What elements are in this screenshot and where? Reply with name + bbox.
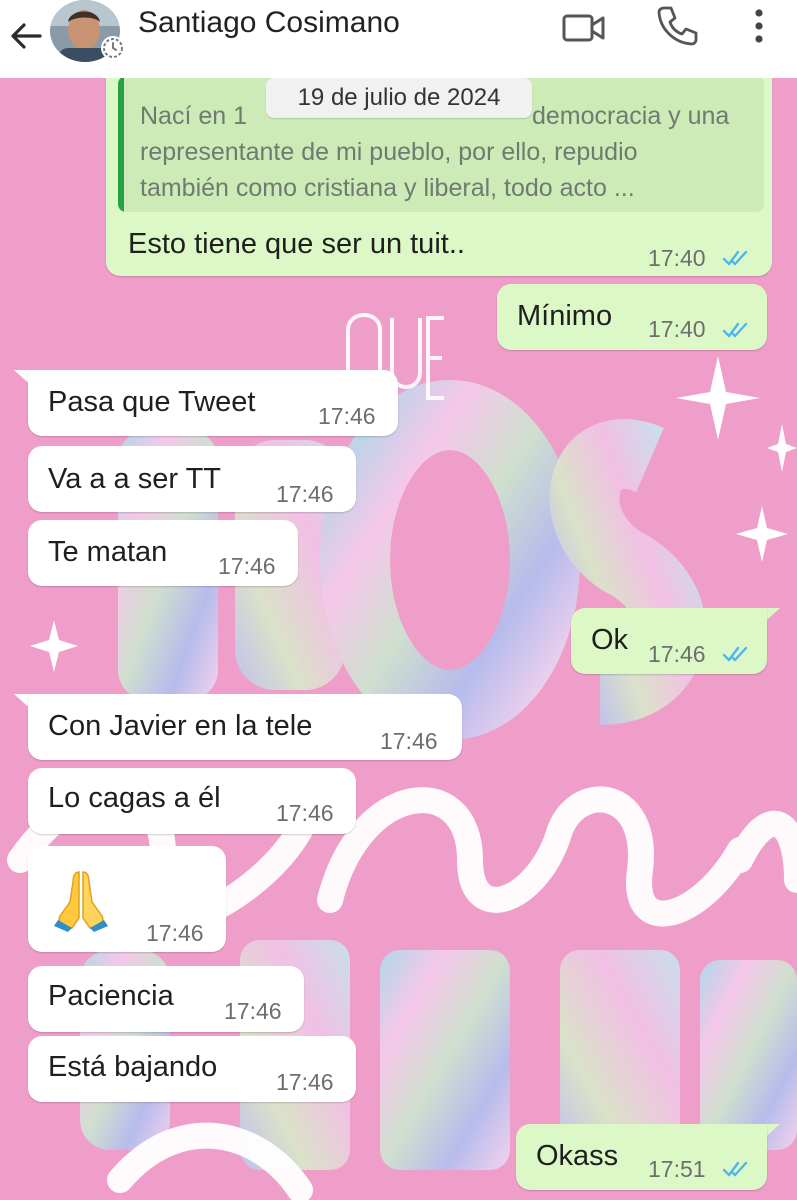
arrow-left-icon: [11, 23, 42, 49]
phone-icon: [657, 6, 698, 46]
message-time: 17:40: [648, 245, 706, 271]
message-time: 17:40: [648, 316, 706, 342]
quoted-text-line-2: representante de mi pueblo, por ello, re…: [140, 138, 638, 166]
message-text: Mínimo: [517, 300, 613, 332]
quoted-text-line-1-end: democracia y una: [532, 102, 730, 130]
date-label: 19 de julio de 2024: [297, 84, 501, 111]
message-text: Paciencia: [48, 980, 174, 1012]
message-time: 17:46: [318, 403, 376, 429]
contact-name[interactable]: Santiago Cosimano: [138, 6, 400, 40]
quoted-text-line-3: también como cristiana y liberal, todo a…: [140, 174, 635, 202]
back-button[interactable]: [6, 16, 46, 56]
message-text: Esto tiene que ser un tuit..: [128, 228, 465, 260]
read-ticks-icon: [722, 1161, 748, 1177]
message-time: 17:46: [380, 728, 438, 754]
message-text: Te matan: [48, 536, 168, 568]
message-text: Ok: [591, 624, 629, 656]
read-ticks-icon: [722, 322, 748, 338]
chat-header: Santiago Cosimano: [0, 0, 797, 78]
message-text: Okass: [536, 1140, 619, 1172]
message-time: 17:46: [648, 641, 706, 667]
message-time: 17:46: [276, 481, 334, 507]
message-time: 17:46: [276, 1069, 334, 1095]
message-text: Pasa que Tweet: [48, 386, 256, 418]
message-time: 17:51: [648, 1156, 706, 1182]
status-ring-icon: [101, 36, 125, 60]
more-options-button[interactable]: [742, 4, 776, 48]
voice-call-button[interactable]: [654, 2, 700, 48]
date-chip: 19 de julio de 2024: [266, 78, 532, 118]
message-time: 17:46: [218, 553, 276, 579]
message-text: Va a a ser TT: [48, 463, 221, 495]
message-time: 17:46: [276, 800, 334, 826]
message-time: 17:46: [224, 998, 282, 1024]
read-ticks-icon: [722, 646, 748, 662]
video-call-button[interactable]: [560, 8, 608, 48]
message-text: Lo cagas a él: [48, 782, 221, 814]
folded-hands-emoji: [54, 871, 108, 932]
more-vertical-icon: [755, 9, 763, 43]
quote-accent-bar: [118, 76, 124, 212]
message-text: Con Javier en la tele: [48, 710, 313, 742]
message-text: Está bajando: [48, 1051, 218, 1083]
message-time: 17:46: [146, 920, 204, 946]
read-ticks-icon: [722, 250, 748, 266]
quoted-text-line-1: Nací en 1: [140, 102, 248, 130]
video-camera-icon: [562, 14, 605, 42]
